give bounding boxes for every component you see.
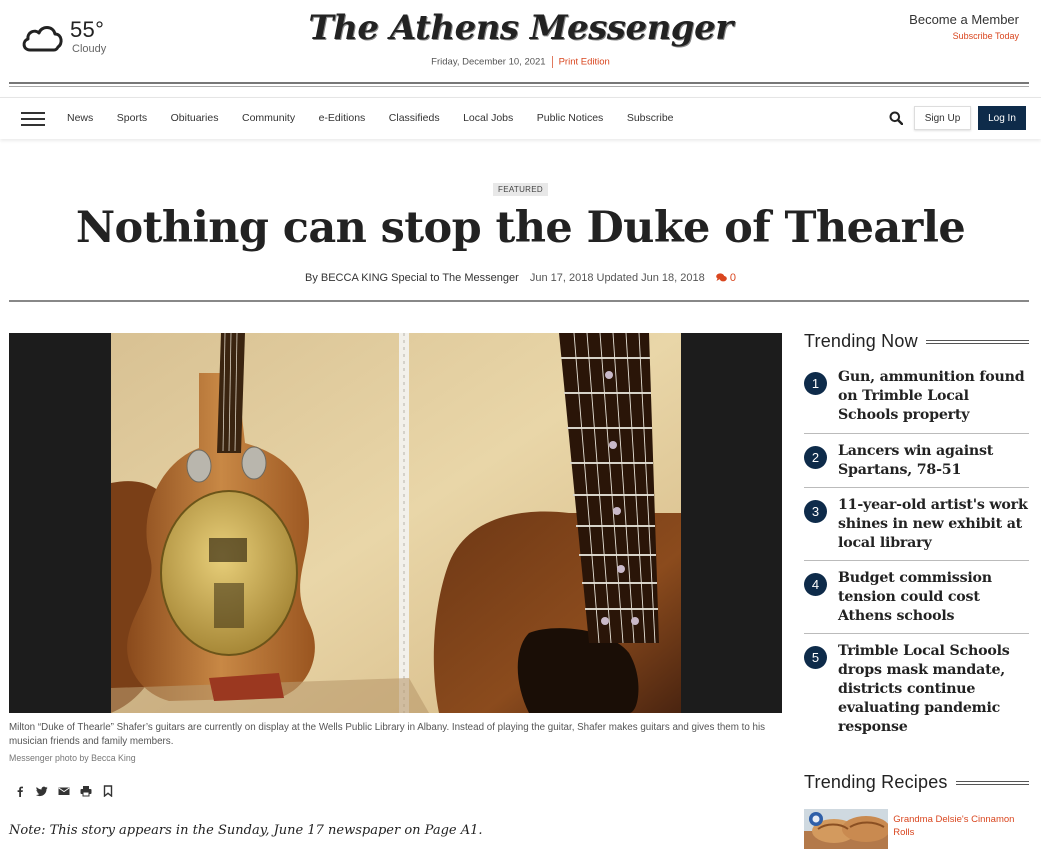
nav-item-obituaries[interactable]: Obituaries [171,112,219,124]
facebook-icon[interactable] [14,784,26,797]
list-item[interactable]: 2 Lancers win against Spartans, 78-51 [804,434,1029,488]
nav-item-e-editions[interactable]: e-Editions [319,112,366,124]
list-item[interactable]: 1 Gun, ammunition found on Trimble Local… [804,368,1029,434]
print-icon[interactable] [80,784,92,797]
trend-rank: 5 [804,646,827,669]
bookmark-icon[interactable] [102,784,114,798]
subscribe-today-link[interactable]: Subscribe Today [909,31,1019,41]
print-edition-link[interactable]: Print Edition [559,57,610,68]
list-item[interactable]: 3 11-year-old artist's work shines in ne… [804,488,1029,561]
become-member-link[interactable]: Become a Member [909,12,1019,27]
list-item[interactable]: 4 Budget commission tension could cost A… [804,561,1029,634]
membership-box: Become a Member Subscribe Today [909,12,1019,41]
current-date: Friday, December 10, 2021 [431,56,546,68]
nav-item-local-jobs[interactable]: Local Jobs [463,112,513,124]
header-divider [9,300,1029,302]
dateline: Friday, December 10, 2021 Print Edition [0,56,1041,68]
masthead-divider [9,82,1029,87]
article-headline: Nothing can stop the Duke of Thearle [75,203,966,253]
nav-item-subscribe[interactable]: Subscribe [627,112,674,124]
main-nav: News Sports Obituaries Community e-Editi… [0,97,1041,139]
trending-now-header: Trending Now [804,331,1029,352]
nav-item-news[interactable]: News [67,112,93,124]
featured-badge: FEATURED [493,183,548,196]
trend-title[interactable]: Trimble Local Schools drops mask mandate… [838,642,1029,744]
search-icon[interactable] [889,111,903,125]
nav-item-public-notices[interactable]: Public Notices [537,112,604,124]
trend-title[interactable]: 11-year-old artist's work shines in new … [838,496,1029,560]
recipe-thumbnail[interactable] [804,809,889,849]
list-item[interactable]: 5 Trimble Local Schools drops mask manda… [804,634,1029,744]
comments-icon [716,273,727,282]
log-in-button[interactable]: Log In [978,106,1026,130]
nav-item-community[interactable]: Community [242,112,295,124]
nav-item-sports[interactable]: Sports [117,112,147,124]
guitars-image [9,333,782,713]
article-dates: Jun 17, 2018 Updated Jun 18, 2018 [529,272,705,284]
article-photo[interactable] [9,333,782,713]
trending-now-title: Trending Now [804,331,918,351]
trend-rank: 4 [804,573,827,596]
trending-list: 1 Gun, ammunition found on Trimble Local… [804,368,1029,744]
recipe-title[interactable]: Grandma Delsie's Cinnamon Rolls [893,813,1029,849]
photo-caption: Milton “Duke of Thearle” Shafer’s guitar… [9,722,766,747]
sign-up-button[interactable]: Sign Up [914,106,971,130]
author-byline[interactable]: By BECCA KING Special to The Messenger [305,272,519,284]
photo-credit: Messenger photo by Becca King [9,753,136,763]
twitter-icon[interactable] [36,784,48,797]
trend-rank: 2 [804,446,827,469]
trending-recipes-header: Trending Recipes [804,772,1029,793]
nav-item-classifieds[interactable]: Classifieds [389,112,440,124]
comments-link[interactable]: 0 [716,272,736,284]
comment-count: 0 [729,272,736,284]
trending-recipes-title: Trending Recipes [804,772,948,792]
email-icon[interactable] [58,784,70,796]
trend-title[interactable]: Lancers win against Spartans, 78-51 [838,442,1029,487]
share-bar [14,784,124,798]
trend-title[interactable]: Budget commission tension could cost Ath… [838,569,1029,633]
masthead: 55° Cloudy The Athens Messenger Friday, … [0,0,1041,82]
site-logo[interactable]: The Athens Messenger [0,8,1041,48]
trend-title[interactable]: Gun, ammunition found on Trimble Local S… [838,368,1029,425]
article-byline: By BECCA KING Special to The Messenger J… [0,272,1041,284]
menu-icon[interactable] [21,112,45,126]
story-note: Note: This story appears in the Sunday, … [9,823,483,838]
trend-rank: 3 [804,500,827,523]
recipe-item[interactable]: Grandma Delsie's Cinnamon Rolls [804,809,1029,849]
trend-rank: 1 [804,372,827,395]
